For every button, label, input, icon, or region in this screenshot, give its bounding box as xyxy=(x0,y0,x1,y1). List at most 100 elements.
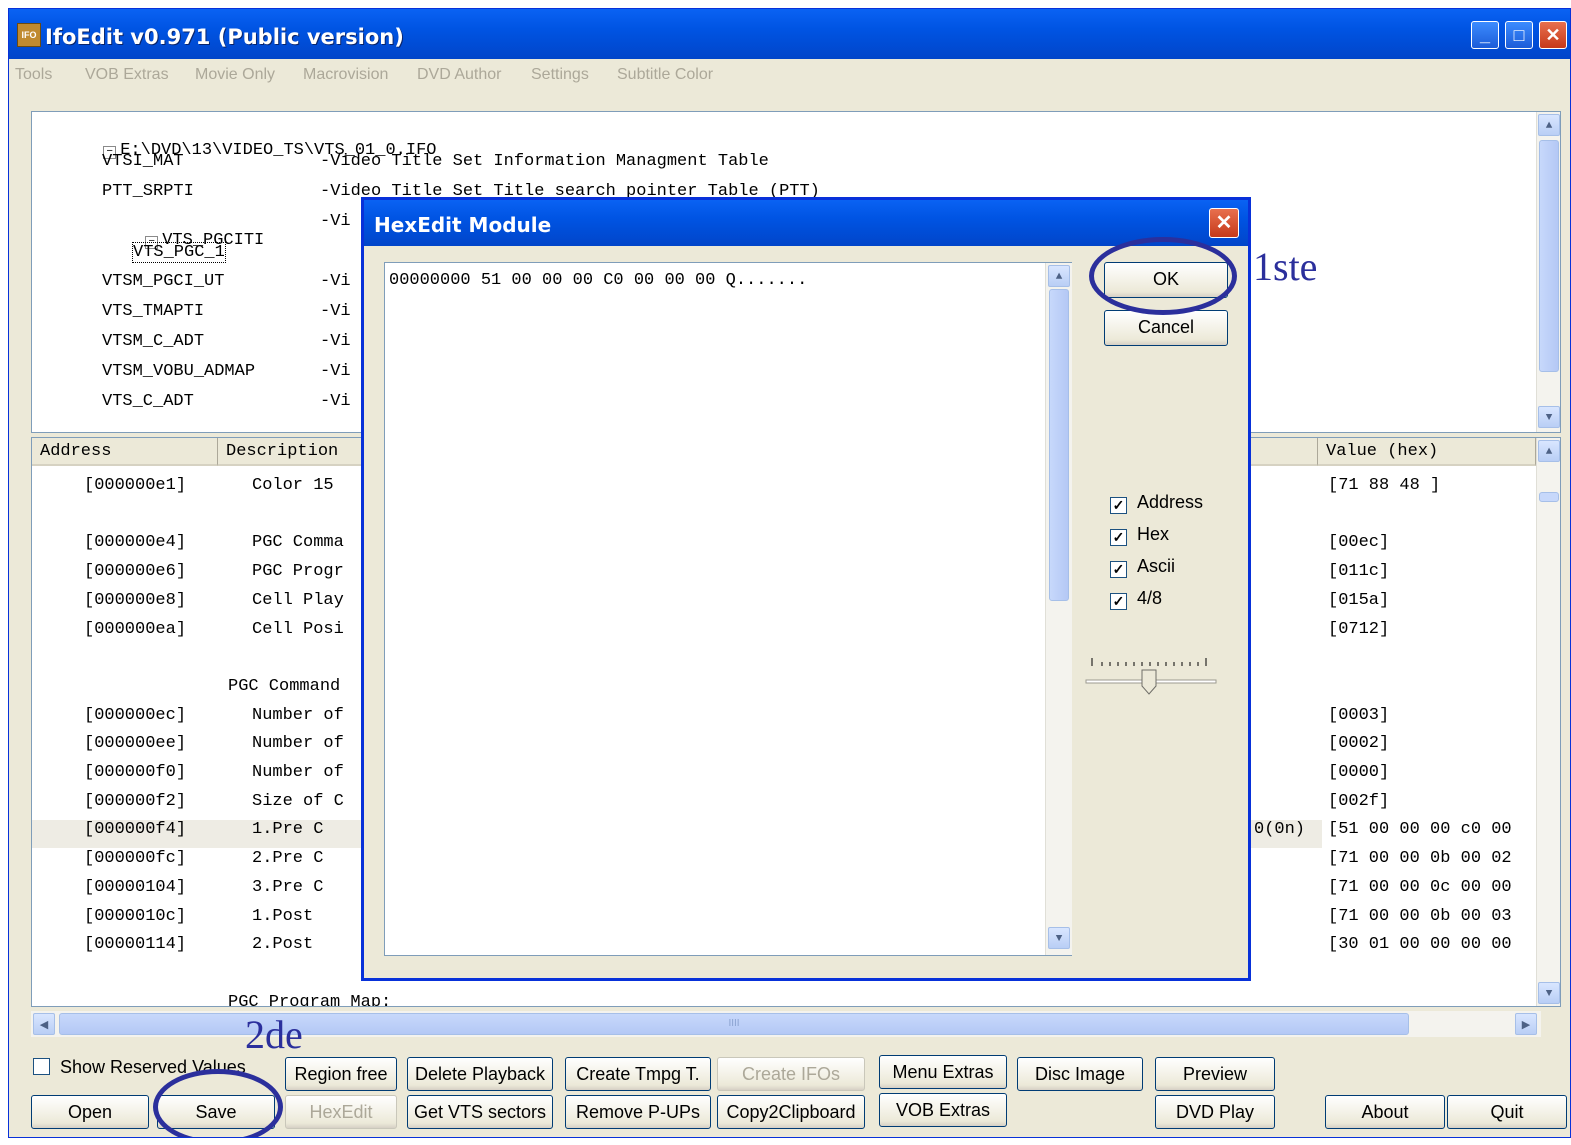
open-button[interactable]: Open xyxy=(31,1095,149,1129)
tree-item-desc: -Vi xyxy=(320,272,351,291)
scroll-thumb[interactable] xyxy=(1539,140,1559,372)
row-address: [000000e8] xyxy=(84,590,187,610)
table-row[interactable]: PGC Program Map: xyxy=(32,992,1322,1007)
checkbox-label: Address xyxy=(1137,492,1204,512)
row-description: PGC Progr xyxy=(252,562,344,582)
menu-movie-only[interactable]: Movie Only xyxy=(195,66,275,84)
dvd-play-button[interactable]: DVD Play xyxy=(1155,1095,1275,1129)
delete-playback-button[interactable]: Delete Playback xyxy=(407,1057,553,1091)
get-vts-sectors-button[interactable]: Get VTS sectors xyxy=(407,1095,553,1129)
row-address: [0000010c] xyxy=(84,906,187,926)
row-extra: 0(0n) xyxy=(1254,820,1306,840)
row-value: [015a] xyxy=(1328,590,1390,610)
scroll-down-icon[interactable]: ▼ xyxy=(1538,982,1560,1004)
quit-button[interactable]: Quit xyxy=(1447,1095,1567,1129)
checkbox-box[interactable]: ✓ xyxy=(1110,497,1127,514)
menu-subtitle-color[interactable]: Subtitle Color xyxy=(617,66,713,84)
list-vertical-scrollbar[interactable]: ▲ ▼ xyxy=(1536,438,1560,1006)
hexedit-button[interactable]: HexEdit xyxy=(285,1095,397,1129)
scroll-left-icon[interactable]: ◀ xyxy=(33,1013,55,1035)
dialog-title-bar[interactable]: HexEdit Module ✕ xyxy=(364,200,1248,246)
tree-item[interactable]: VTSM_C_ADT xyxy=(102,332,204,351)
hex-checkbox[interactable]: ✓ Hex xyxy=(1110,524,1169,546)
window-title: IfoEdit v0.971 (Public version) xyxy=(45,25,404,49)
row-address: [000000f0] xyxy=(84,763,187,782)
row-address: [000000e6] xyxy=(84,562,187,582)
hex-vertical-scrollbar[interactable]: ▲ ▼ xyxy=(1045,263,1072,955)
row-description: 2.Pre C xyxy=(252,849,324,869)
scroll-thumb[interactable] xyxy=(1539,492,1559,502)
row-value: [0002] xyxy=(1328,734,1390,754)
row-value: [71 00 00 0c 00 00 xyxy=(1328,877,1512,897)
row-value: [002f] xyxy=(1328,791,1390,811)
tree-item[interactable]: PTT_SRPTI xyxy=(102,182,194,201)
create-tmpg-button[interactable]: Create Tmpg T. xyxy=(565,1057,711,1091)
annotation-ellipse-ok xyxy=(1089,237,1237,315)
cancel-button[interactable]: Cancel xyxy=(1104,310,1228,346)
row-description: PGC Program Map: xyxy=(228,992,392,1007)
disc-image-button[interactable]: Disc Image xyxy=(1017,1057,1143,1091)
menu-settings[interactable]: Settings xyxy=(531,66,589,84)
scroll-up-icon[interactable]: ▲ xyxy=(1538,114,1560,136)
ascii-checkbox[interactable]: ✓ Ascii xyxy=(1110,556,1175,578)
scroll-down-icon[interactable]: ▼ xyxy=(1048,927,1070,949)
row-value: [011c] xyxy=(1328,562,1390,582)
address-checkbox[interactable]: ✓ Address xyxy=(1110,492,1203,514)
maximize-button[interactable]: □ xyxy=(1505,21,1533,49)
column-header-address[interactable]: Address xyxy=(32,438,218,466)
slider-thumb xyxy=(1141,669,1157,695)
row-value: [00ec] xyxy=(1328,533,1390,553)
width-slider[interactable] xyxy=(1082,652,1222,702)
tree-item-desc: -Vi xyxy=(320,332,351,351)
copy2clipboard-button[interactable]: Copy2Clipboard xyxy=(717,1095,865,1129)
checkbox-box[interactable]: ✓ xyxy=(1110,561,1127,578)
menu-dvd-author[interactable]: DVD Author xyxy=(417,66,501,84)
tree-vertical-scrollbar[interactable]: ▲ ▼ xyxy=(1536,112,1560,432)
tree-item[interactable]: VTSM_VOBU_ADMAP xyxy=(102,362,255,381)
vob-extras-button[interactable]: VOB Extras xyxy=(879,1093,1007,1127)
hex-editor-area[interactable]: 00000000 51 00 00 00 C0 00 00 00 Q......… xyxy=(384,262,1072,956)
row-value: [51 00 00 00 c0 00 xyxy=(1328,820,1512,840)
scroll-right-icon[interactable]: ▶ xyxy=(1515,1013,1537,1035)
tree-item[interactable]: VTS_TMAPTI xyxy=(102,302,204,321)
main-window: IFO IfoEdit v0.971 (Public version) _ □ … xyxy=(8,8,1571,1138)
row-description: Size of C xyxy=(252,791,344,811)
row-value: [0003] xyxy=(1328,705,1390,725)
tree-item-selected[interactable]: VTS_PGC_1 xyxy=(132,242,226,263)
menu-macrovision[interactable]: Macrovision xyxy=(303,66,388,84)
dialog-close-icon[interactable]: ✕ xyxy=(1209,208,1239,238)
column-header-value[interactable]: Value (hex) xyxy=(1318,438,1536,466)
scroll-thumb[interactable] xyxy=(1049,289,1069,601)
tree-item[interactable]: VTS_C_ADT xyxy=(102,392,194,411)
title-bar[interactable]: IFO IfoEdit v0.971 (Public version) _ □ … xyxy=(9,9,1570,59)
menu-extras-button[interactable]: Menu Extras xyxy=(879,1055,1007,1089)
scroll-down-icon[interactable]: ▼ xyxy=(1538,406,1560,428)
close-button[interactable]: ✕ xyxy=(1539,21,1567,49)
minimize-button[interactable]: _ xyxy=(1471,21,1499,49)
checkbox-box[interactable]: ✓ xyxy=(1110,529,1127,546)
four-eight-checkbox[interactable]: ✓ 4/8 xyxy=(1110,588,1162,610)
annotation-text-first: 1ste xyxy=(1253,244,1318,289)
checkbox-box[interactable] xyxy=(33,1058,50,1075)
region-free-button[interactable]: Region free xyxy=(285,1057,397,1091)
about-button[interactable]: About xyxy=(1325,1095,1445,1129)
create-ifos-button[interactable]: Create IFOs xyxy=(717,1057,865,1091)
scroll-up-icon[interactable]: ▲ xyxy=(1048,265,1070,287)
checkbox-box[interactable]: ✓ xyxy=(1110,593,1127,610)
tree-item[interactable]: VTSI_MAT xyxy=(102,152,184,171)
hexedit-dialog: HexEdit Module ✕ 00000000 51 00 00 00 C0… xyxy=(361,197,1251,981)
row-value: [71 88 48 ] xyxy=(1328,476,1441,495)
menu-vob-extras[interactable]: VOB Extras xyxy=(85,66,169,84)
tree-item[interactable]: VTSM_PGCI_UT xyxy=(102,272,224,291)
row-value: [0000] xyxy=(1328,763,1390,782)
preview-button[interactable]: Preview xyxy=(1155,1057,1275,1091)
checkbox-label: 4/8 xyxy=(1137,588,1163,608)
tree-item-desc: -Vi xyxy=(320,362,351,381)
remove-pups-button[interactable]: Remove P-UPs xyxy=(565,1095,711,1129)
scroll-up-icon[interactable]: ▲ xyxy=(1538,440,1560,462)
row-value: [71 00 00 0b 00 02 xyxy=(1328,849,1512,869)
annotation-text-second: 2de xyxy=(245,1012,303,1057)
row-description: Color 15 xyxy=(252,476,334,495)
menu-tools[interactable]: Tools xyxy=(15,66,52,84)
checkbox-label: Hex xyxy=(1137,524,1170,544)
